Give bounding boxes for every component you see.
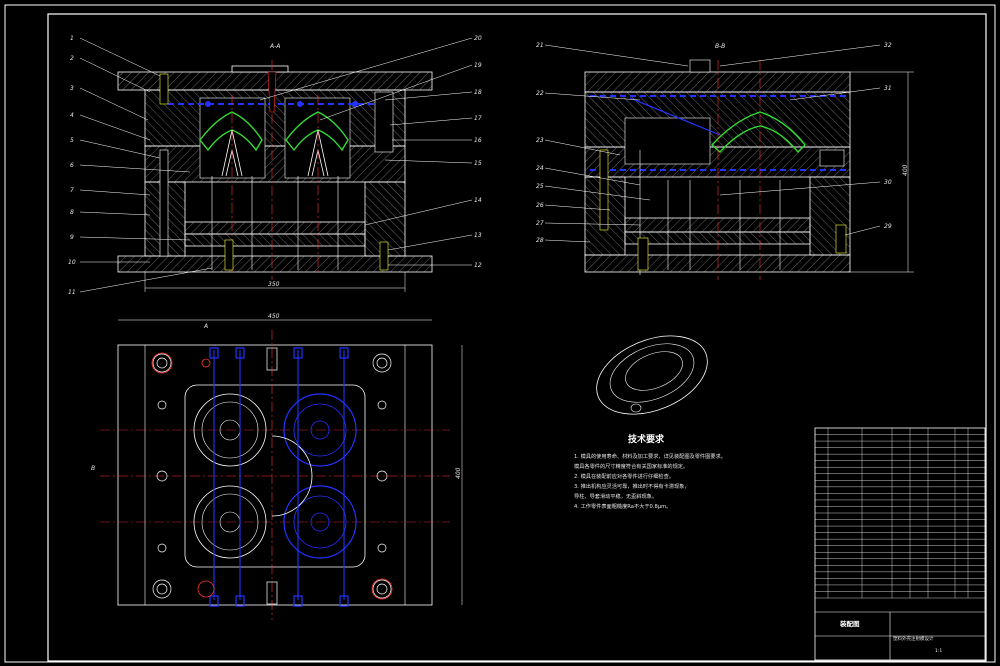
section-view-aa: A-A 350 xyxy=(79,37,473,293)
section-label-aa: A-A xyxy=(269,43,280,50)
plan-marker-b: B xyxy=(91,465,95,472)
callout-label: 10 xyxy=(68,259,76,266)
callout-label: 23 xyxy=(536,137,544,144)
callout-label: 6 xyxy=(70,162,74,169)
callout-label: 7 xyxy=(70,187,74,194)
tech-note-line: 4. 工作零件表面粗糙度Ra不大于0.8μm。 xyxy=(574,502,671,510)
callout-label: 15 xyxy=(474,160,482,167)
callout-label: 28 xyxy=(536,237,544,244)
tech-note-line: 导柱、导套滑动平稳，无歪斜现象。 xyxy=(574,492,657,500)
callouts-mid-group: 20 19 18 17 16 15 14 13 12 xyxy=(474,35,482,269)
callout-label: 26 xyxy=(536,202,544,209)
plan-view: 450 400 A B xyxy=(91,313,463,620)
callout-label: 11 xyxy=(68,289,76,296)
callout-label: 19 xyxy=(474,62,482,69)
tech-note-line: 3. 推出机构应灵活可靠，推出时不得有卡滞现象， xyxy=(574,482,690,490)
callout-label: 31 xyxy=(884,85,892,92)
callout-label: 17 xyxy=(474,115,482,122)
callout-label: 9 xyxy=(70,234,74,241)
part-iso-view xyxy=(596,335,708,415)
callout-label: 2 xyxy=(70,55,74,62)
drawing-scale: 1:1 xyxy=(935,648,942,654)
callout-label: 5 xyxy=(70,137,74,144)
callout-label: 8 xyxy=(70,209,74,216)
callout-label: 27 xyxy=(536,220,544,227)
tech-note-line: 2. 模具在装配前应对各零件进行仔细检查。 xyxy=(574,472,674,480)
dim-right-height: 400 xyxy=(902,164,909,176)
callout-label: 21 xyxy=(536,42,544,49)
callout-label: 29 xyxy=(884,223,892,230)
tech-note-line: 1. 模具的使用寿命、材料及加工要求，详见装配图及零件图要求。 xyxy=(574,452,726,460)
callouts-left-group: 1 2 3 4 5 6 7 8 9 10 11 xyxy=(68,35,76,296)
callout-label: 3 xyxy=(70,85,74,92)
callout-label: 30 xyxy=(884,179,892,186)
callout-label: 1 xyxy=(70,35,74,42)
dim-front-width: 350 xyxy=(268,281,280,288)
title-block: 装配图 塑料外壳注射模设计 1:1 xyxy=(814,427,986,661)
callout-label: 14 xyxy=(474,197,482,204)
drawing-title: 装配图 xyxy=(839,619,860,628)
tech-note-line: 模具各零件的尺寸精度符合有关国家标准的规定。 xyxy=(574,462,688,470)
section-label-bb: B-B xyxy=(715,43,725,50)
callout-label: 4 xyxy=(70,112,74,119)
callout-label: 18 xyxy=(474,89,482,96)
project-name: 塑料外壳注射模设计 xyxy=(893,635,934,642)
callout-label: 22 xyxy=(536,90,544,97)
callout-label: 16 xyxy=(474,137,482,144)
callout-label: 12 xyxy=(474,262,482,269)
callout-label: 25 xyxy=(536,183,544,190)
cad-drawing-canvas: A-A 350 1 2 3 4 5 6 7 8 9 10 11 20 19 18… xyxy=(4,4,996,663)
tech-notes-title: 技术要求 xyxy=(628,433,665,445)
technical-notes: 技术要求 1. 模具的使用寿命、材料及加工要求，详见装配图及零件图要求。 模具各… xyxy=(574,433,726,510)
dim-plan-width: 450 xyxy=(268,313,280,320)
plan-marker-a: A xyxy=(203,323,208,330)
dim-plan-height: 400 xyxy=(455,467,462,479)
callout-label: 20 xyxy=(474,35,482,42)
section-view-bb: B-B 400 21 22 23 24 25 26 27 28 32 31 30… xyxy=(536,42,914,280)
callout-label: 24 xyxy=(536,165,544,172)
callout-label: 13 xyxy=(474,232,482,239)
callout-label: 32 xyxy=(884,42,892,49)
